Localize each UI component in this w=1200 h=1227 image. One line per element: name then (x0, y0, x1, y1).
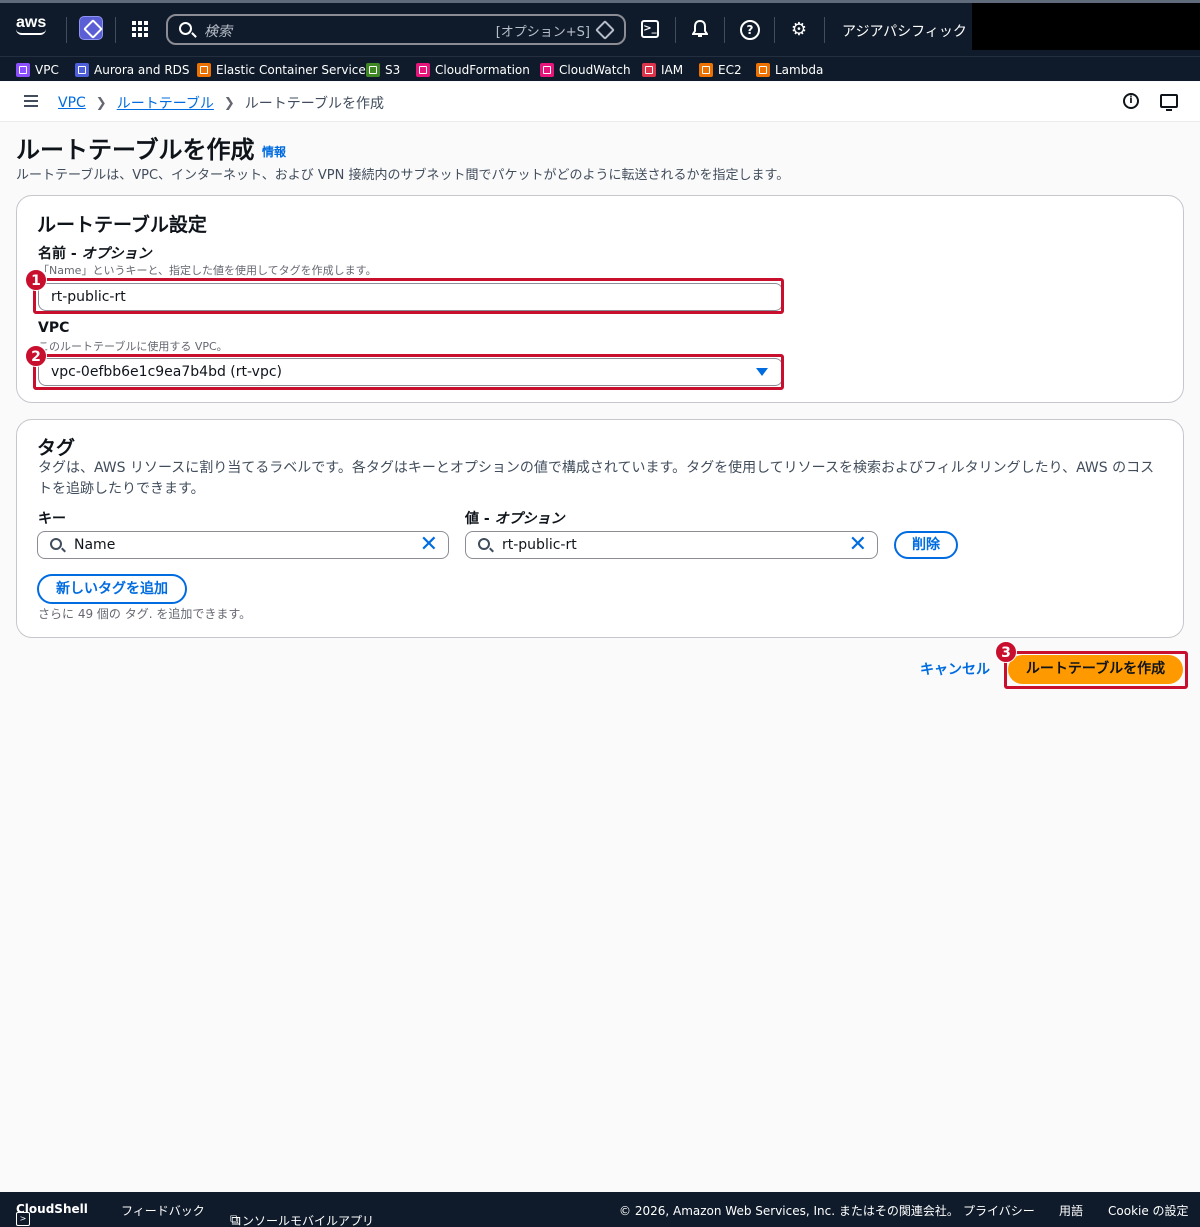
footer-copyright: © 2026, Amazon Web Services, Inc. またはその関… (619, 1204, 959, 1218)
info-panel-icon[interactable]: i (1123, 93, 1139, 109)
vpc-label: VPC (38, 320, 70, 336)
footer: > CloudShell フィードバック ⧉ コンソールモバイルアプリ © 202… (0, 1192, 1200, 1227)
search-input[interactable]: 検索 [オプション+S] (166, 14, 626, 45)
iam-service-icon (642, 62, 656, 77)
tag-value-input[interactable]: rt-public-rt ✕ (465, 531, 878, 559)
redacted-account-area (972, 3, 1200, 50)
favorite-ec2[interactable]: EC2 (699, 61, 742, 78)
name-label: 名前 - オプション (38, 246, 152, 262)
tags-description: タグは、AWS リソースに割り当てるラベルです。各タグはキーとオプションの値で構… (38, 460, 1155, 497)
cancel-button[interactable]: キャンセル (920, 659, 990, 679)
ecs-service-icon (197, 62, 211, 77)
favorite-cloudwatch[interactable]: CloudWatch (540, 61, 631, 78)
annotation-badge-3: 3 (995, 641, 1017, 663)
aws-logo[interactable]: aws (16, 15, 52, 43)
breadcrumb-bar: VPC ❯ ルートテーブル ❯ ルートテーブルを作成 i (0, 82, 1200, 122)
page-title: ルートテーブルを作成 (16, 136, 255, 164)
favorite-aurora-rds[interactable]: Aurora and RDS (75, 61, 190, 78)
create-route-table-button[interactable]: ルートテーブルを作成 (1008, 655, 1183, 684)
top-navigation: aws 検索 [オプション+S] >_ ? ⚙ アジアパシフィック (東京) (0, 0, 1200, 56)
footer-feedback[interactable]: フィードバック (121, 1202, 205, 1219)
clear-icon[interactable]: ✕ (420, 533, 438, 557)
favorite-iam[interactable]: IAM (642, 61, 683, 78)
cloudshell-icon: > (16, 1212, 30, 1226)
notifications-panel-icon[interactable] (1160, 94, 1178, 111)
notifications-bell-icon[interactable] (690, 19, 710, 40)
name-description: 「Name」というキーと、指定した値を使用してタグを作成します。 (38, 264, 377, 277)
menu-hamburger-icon[interactable] (24, 95, 38, 107)
vpc-description: このルートテーブルに使用する VPC。 (38, 340, 228, 353)
settings-title: ルートテーブル設定 (37, 214, 207, 236)
breadcrumb-route-tables[interactable]: ルートテーブル (117, 93, 214, 113)
chevron-right-icon: ❯ (223, 95, 235, 111)
settings-gear-icon[interactable]: ⚙ (789, 20, 809, 40)
services-grid-icon[interactable] (132, 21, 148, 37)
search-icon (478, 538, 490, 550)
favorite-lambda[interactable]: Lambda (756, 61, 823, 78)
divider (66, 17, 67, 43)
search-placeholder: 検索 (204, 24, 232, 40)
tags-panel: タグ タグは、AWS リソースに割り当てるラベルです。各タグはキーとオプションの… (16, 419, 1184, 638)
clear-icon[interactable]: ✕ (849, 533, 867, 557)
footer-terms[interactable]: 用語 (1059, 1202, 1083, 1219)
breadcrumb: VPC ❯ ルートテーブル ❯ ルートテーブルを作成 (58, 93, 384, 113)
ec2-service-icon (699, 62, 713, 77)
tag-value-value: rt-public-rt (502, 537, 577, 553)
tag-limit-hint: さらに 49 個の タグ. を追加できます。 (38, 607, 252, 621)
breadcrumb-vpc[interactable]: VPC (58, 95, 86, 111)
divider (724, 17, 725, 43)
tag-key-value: Name (74, 537, 116, 553)
highlight-box-2 (33, 354, 784, 390)
highlight-box-1 (33, 278, 784, 314)
footer-cloudshell[interactable]: > CloudShell (16, 1202, 88, 1226)
search-icon (50, 538, 62, 550)
breadcrumb-current: ルートテーブルを作成 (244, 96, 384, 112)
footer-cookie[interactable]: Cookie の設定 (1108, 1202, 1189, 1219)
amazon-q-icon[interactable] (79, 16, 103, 40)
tags-title: タグ (37, 437, 76, 459)
cloudwatch-service-icon (540, 62, 554, 77)
favorites-bar: VPC Aurora and RDS Elastic Container Ser… (0, 56, 1200, 81)
search-shortcut: [オプション+S] (495, 25, 590, 40)
favorite-vpc[interactable]: VPC (16, 61, 59, 78)
help-icon[interactable]: ? (740, 20, 760, 40)
cloudformation-service-icon (416, 62, 430, 77)
rds-service-icon (75, 62, 89, 77)
page-description: ルートテーブルは、VPC、インターネット、および VPN 接続内のサブネット間で… (16, 168, 790, 183)
favorite-ecs[interactable]: Elastic Container Service (197, 61, 366, 78)
chevron-right-icon: ❯ (95, 95, 107, 111)
search-icon (179, 22, 192, 35)
info-link[interactable]: 情報 (262, 143, 286, 160)
favorite-cloudformation[interactable]: CloudFormation (416, 61, 530, 78)
tag-key-input[interactable]: Name ✕ (37, 531, 449, 559)
remove-tag-button[interactable]: 削除 (894, 531, 958, 559)
annotation-badge-2: 2 (25, 345, 47, 367)
footer-privacy[interactable]: プライバシー (963, 1202, 1035, 1219)
favorite-s3[interactable]: S3 (366, 61, 400, 78)
annotation-badge-1: 1 (25, 269, 47, 291)
vpc-service-icon (16, 62, 30, 77)
s3-service-icon (366, 62, 380, 77)
divider (774, 17, 775, 43)
lambda-service-icon (756, 62, 770, 77)
divider (824, 17, 825, 43)
value-label: 値 - オプション (465, 511, 565, 527)
amazon-q-mini-icon (595, 20, 615, 40)
add-tag-button[interactable]: 新しいタグを追加 (37, 574, 187, 604)
key-label: キー (38, 511, 66, 527)
cloudshell-icon[interactable]: >_ (641, 20, 659, 38)
divider (675, 17, 676, 43)
divider (115, 17, 116, 43)
